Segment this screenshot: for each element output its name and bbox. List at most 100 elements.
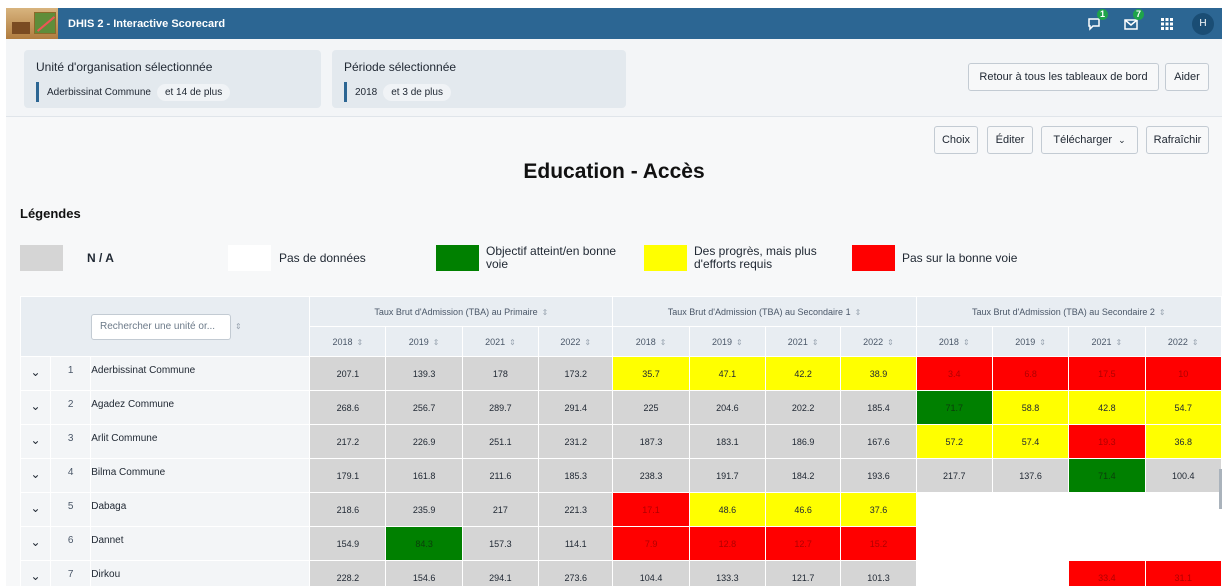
value-cell[interactable]: 157.3 bbox=[461, 526, 540, 561]
period-header[interactable]: 2022 ⇕ bbox=[1144, 326, 1222, 357]
value-cell[interactable]: 46.6 bbox=[765, 492, 842, 527]
period-header[interactable]: 2021 ⇕ bbox=[1068, 326, 1146, 357]
org-unit-selector[interactable]: Unité d'organisation sélectionnée Aderbi… bbox=[24, 50, 321, 108]
value-cell[interactable]: 33.4 bbox=[1068, 560, 1146, 586]
expand-chevron-icon[interactable]: ⌄ bbox=[20, 424, 52, 459]
value-cell[interactable]: 217.2 bbox=[309, 424, 387, 459]
period-header[interactable]: 2018 ⇕ bbox=[309, 326, 387, 357]
org-unit-name[interactable]: Dabaga bbox=[90, 492, 311, 527]
value-cell[interactable]: 256.7 bbox=[385, 390, 463, 425]
refresh-button[interactable]: Rafraîchir bbox=[1146, 126, 1209, 154]
value-cell[interactable]: 12.7 bbox=[765, 526, 842, 561]
value-cell[interactable]: 207.1 bbox=[309, 356, 387, 391]
value-cell[interactable] bbox=[1144, 526, 1222, 561]
messages-icon[interactable]: 7 bbox=[1120, 8, 1144, 35]
value-cell[interactable]: 191.7 bbox=[688, 458, 767, 493]
value-cell[interactable]: 137.6 bbox=[991, 458, 1070, 493]
value-cell[interactable]: 38.9 bbox=[840, 356, 917, 391]
value-cell[interactable]: 225 bbox=[612, 390, 690, 425]
value-cell[interactable]: 193.6 bbox=[840, 458, 917, 493]
value-cell[interactable]: 114.1 bbox=[538, 526, 614, 561]
period-header[interactable]: 2019 ⇕ bbox=[991, 326, 1070, 357]
value-cell[interactable]: 139.3 bbox=[385, 356, 463, 391]
expand-chevron-icon[interactable]: ⌄ bbox=[20, 526, 52, 561]
value-cell[interactable]: 7.9 bbox=[612, 526, 690, 561]
value-cell[interactable]: 226.9 bbox=[385, 424, 463, 459]
page-scrollbar[interactable] bbox=[1219, 469, 1222, 509]
group-header[interactable]: Taux Brut d'Admission (TBA) au Secondair… bbox=[915, 296, 1222, 327]
value-cell[interactable] bbox=[915, 492, 993, 527]
value-cell[interactable]: 204.6 bbox=[688, 390, 767, 425]
value-cell[interactable] bbox=[1068, 526, 1146, 561]
value-cell[interactable]: 273.6 bbox=[538, 560, 614, 586]
period-header[interactable]: 2021 ⇕ bbox=[461, 326, 540, 357]
download-button[interactable]: Télécharger ⌄ bbox=[1041, 126, 1138, 154]
value-cell[interactable]: 211.6 bbox=[461, 458, 540, 493]
value-cell[interactable]: 15.2 bbox=[840, 526, 917, 561]
value-cell[interactable]: 3.4 bbox=[915, 356, 993, 391]
value-cell[interactable] bbox=[991, 560, 1070, 586]
expand-chevron-icon[interactable]: ⌄ bbox=[20, 390, 52, 425]
expand-chevron-icon[interactable]: ⌄ bbox=[20, 492, 52, 527]
value-cell[interactable]: 221.3 bbox=[538, 492, 614, 527]
edit-button[interactable]: Éditer bbox=[987, 126, 1033, 154]
period-header[interactable]: 2018 ⇕ bbox=[915, 326, 993, 357]
period-header[interactable]: 2022 ⇕ bbox=[840, 326, 917, 357]
value-cell[interactable]: 161.8 bbox=[385, 458, 463, 493]
period-header[interactable]: 2019 ⇕ bbox=[385, 326, 463, 357]
value-cell[interactable]: 35.7 bbox=[612, 356, 690, 391]
group-header[interactable]: Taux Brut d'Admission (TBA) au Secondair… bbox=[612, 296, 917, 327]
value-cell[interactable]: 291.4 bbox=[538, 390, 614, 425]
org-unit-name[interactable]: Aderbissinat Commune bbox=[90, 356, 311, 391]
org-unit-search-input[interactable]: Rechercher une unité or... bbox=[91, 313, 231, 340]
value-cell[interactable]: 47.1 bbox=[688, 356, 767, 391]
scorecard-table-container[interactable]: Rechercher une unité or... ⇕ Taux Brut d… bbox=[20, 296, 1222, 586]
value-cell[interactable]: 167.6 bbox=[840, 424, 917, 459]
value-cell[interactable] bbox=[991, 526, 1070, 561]
value-cell[interactable]: 218.6 bbox=[309, 492, 387, 527]
value-cell[interactable]: 37.6 bbox=[840, 492, 917, 527]
period-header[interactable]: 2019 ⇕ bbox=[688, 326, 767, 357]
period-header[interactable]: 2018 ⇕ bbox=[612, 326, 690, 357]
period-selector[interactable]: Période sélectionnée 2018 et 3 de plus bbox=[332, 50, 626, 108]
value-cell[interactable]: 289.7 bbox=[461, 390, 540, 425]
sort-icon[interactable]: ⇕ bbox=[235, 322, 242, 331]
group-header[interactable]: Taux Brut d'Admission (TBA) au Primaire ⇕ bbox=[309, 296, 614, 327]
back-to-dashboards-button[interactable]: Retour à tous les tableaux de bord bbox=[968, 63, 1159, 91]
value-cell[interactable]: 71.7 bbox=[915, 390, 993, 425]
interpretations-icon[interactable]: 1 bbox=[1084, 8, 1108, 35]
value-cell[interactable]: 6.8 bbox=[991, 356, 1070, 391]
value-cell[interactable]: 10 bbox=[1144, 356, 1222, 391]
org-unit-name[interactable]: Dirkou bbox=[90, 560, 311, 586]
value-cell[interactable] bbox=[915, 526, 993, 561]
value-cell[interactable] bbox=[1068, 492, 1146, 527]
value-cell[interactable]: 217 bbox=[461, 492, 540, 527]
value-cell[interactable]: 12.8 bbox=[688, 526, 767, 561]
value-cell[interactable] bbox=[915, 560, 993, 586]
expand-chevron-icon[interactable]: ⌄ bbox=[20, 458, 52, 493]
org-unit-name[interactable]: Bilma Commune bbox=[90, 458, 311, 493]
value-cell[interactable]: 268.6 bbox=[309, 390, 387, 425]
value-cell[interactable]: 228.2 bbox=[309, 560, 387, 586]
value-cell[interactable]: 48.6 bbox=[688, 492, 767, 527]
value-cell[interactable]: 31.1 bbox=[1144, 560, 1222, 586]
choose-button[interactable]: Choix bbox=[934, 126, 978, 154]
org-unit-name[interactable]: Agadez Commune bbox=[90, 390, 311, 425]
value-cell[interactable]: 179.1 bbox=[309, 458, 387, 493]
value-cell[interactable]: 187.3 bbox=[612, 424, 690, 459]
org-unit-name[interactable]: Dannet bbox=[90, 526, 311, 561]
expand-chevron-icon[interactable]: ⌄ bbox=[20, 356, 52, 391]
value-cell[interactable]: 185.4 bbox=[840, 390, 917, 425]
value-cell[interactable]: 184.2 bbox=[765, 458, 842, 493]
period-header[interactable]: 2022 ⇕ bbox=[538, 326, 614, 357]
org-unit-name[interactable]: Arlit Commune bbox=[90, 424, 311, 459]
value-cell[interactable]: 42.2 bbox=[765, 356, 842, 391]
value-cell[interactable]: 238.3 bbox=[612, 458, 690, 493]
value-cell[interactable]: 104.4 bbox=[612, 560, 690, 586]
value-cell[interactable]: 202.2 bbox=[765, 390, 842, 425]
value-cell[interactable]: 294.1 bbox=[461, 560, 540, 586]
value-cell[interactable]: 84.3 bbox=[385, 526, 463, 561]
period-header[interactable]: 2021 ⇕ bbox=[765, 326, 842, 357]
value-cell[interactable]: 251.1 bbox=[461, 424, 540, 459]
value-cell[interactable]: 17.5 bbox=[1068, 356, 1146, 391]
